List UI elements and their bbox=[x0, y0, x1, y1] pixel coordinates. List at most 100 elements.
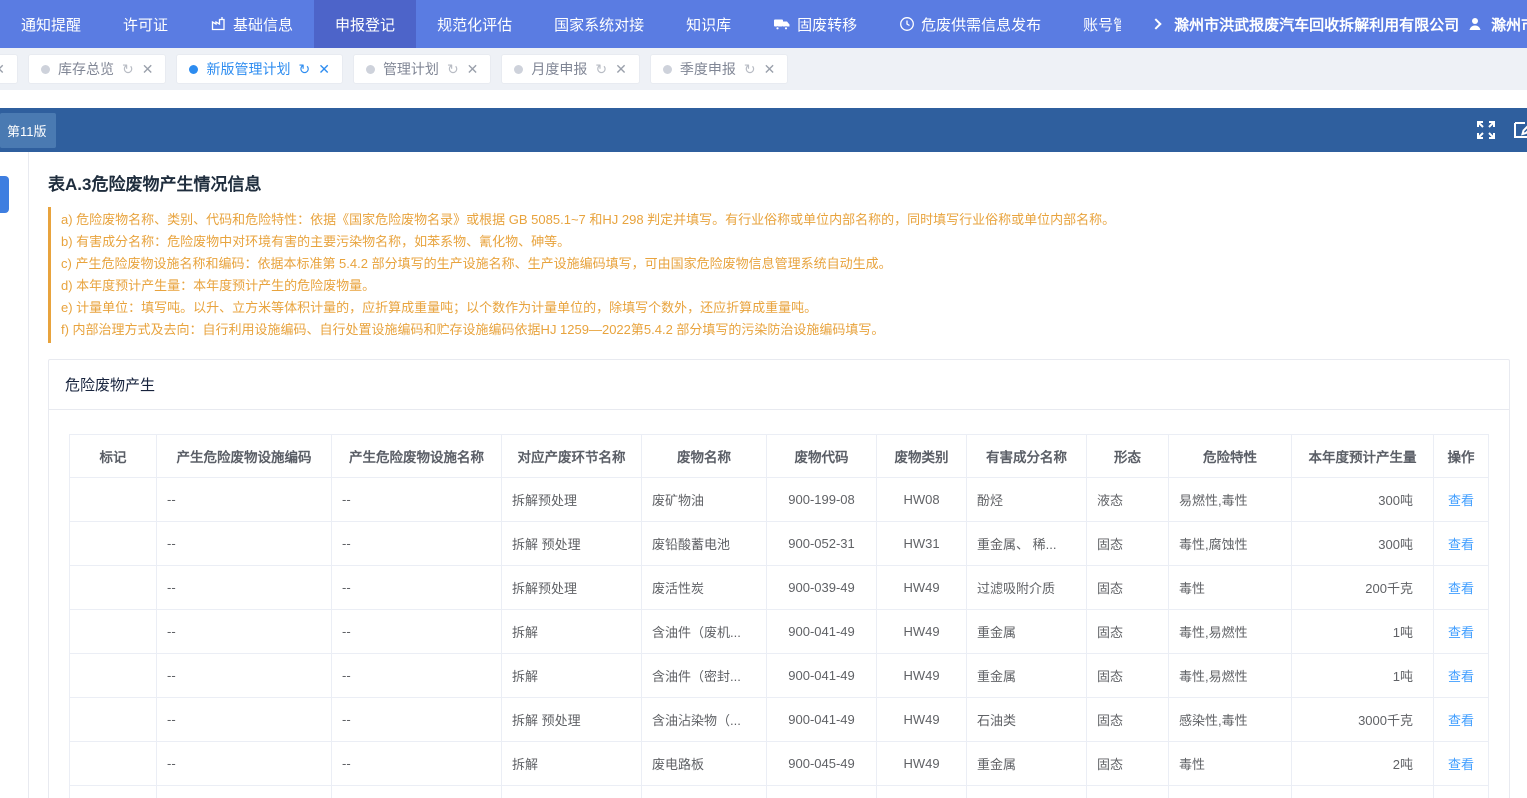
view-link[interactable]: 查看 bbox=[1448, 493, 1474, 508]
table-cell: 过滤吸附介质 bbox=[967, 566, 1087, 610]
version-toolbar: 第11版 bbox=[0, 108, 1527, 152]
tab-status-dot bbox=[189, 65, 198, 74]
table-cell: -- bbox=[332, 522, 502, 566]
table-cell: 液态 bbox=[1087, 478, 1169, 522]
table-cell: -- bbox=[157, 742, 332, 786]
table-cell: -- bbox=[332, 742, 502, 786]
view-link[interactable]: 查看 bbox=[1448, 757, 1474, 772]
table-cell: 拆解预处理 bbox=[502, 786, 642, 798]
refresh-icon[interactable]: ↻ bbox=[744, 62, 756, 76]
table-row: ----拆解含油件（密封...900-041-49HW49重金属固态毒性,易燃性… bbox=[70, 654, 1489, 698]
table-cell bbox=[70, 742, 157, 786]
table-cell: 拆解 bbox=[502, 742, 642, 786]
fullscreen-icon[interactable] bbox=[1475, 119, 1497, 141]
nav-item-knowledge-base[interactable]: 知识库 bbox=[665, 0, 752, 48]
spacer bbox=[0, 90, 1527, 108]
col-header-form: 形态 bbox=[1087, 435, 1169, 478]
refresh-icon[interactable]: ↻ bbox=[447, 62, 459, 76]
nav-item-notifications[interactable]: 通知提醒 bbox=[0, 0, 102, 48]
refresh-icon[interactable]: ↻ bbox=[595, 62, 607, 76]
nav-item-basic-info[interactable]: 基础信息 bbox=[189, 0, 314, 48]
close-icon[interactable]: ✕ bbox=[318, 62, 330, 76]
table-row: ----拆解预处理废活性炭900-039-49HW49过滤吸附介质固态毒性200… bbox=[70, 566, 1489, 610]
close-icon[interactable]: ✕ bbox=[142, 62, 154, 76]
username[interactable]: 滁州市洪... bbox=[1491, 14, 1527, 35]
table-cell: 200千克 bbox=[1292, 566, 1434, 610]
col-header-hazard-trait: 危险特性 bbox=[1169, 435, 1292, 478]
tab-label: 库存总览 bbox=[58, 59, 114, 79]
nav-item-hazwaste-supply-demand[interactable]: 危废供需信息发布 bbox=[878, 0, 1062, 48]
table-cell: 900-045-49 bbox=[767, 742, 877, 786]
table-row: ----拆解 预处理含油沾染物（...900-041-49HW49石油类固态感染… bbox=[70, 698, 1489, 742]
nav-item-solid-waste-transfer[interactable]: 固废转移 bbox=[752, 0, 878, 48]
col-header-waste-name: 废物名称 bbox=[642, 435, 767, 478]
table-cell: 废活性炭 bbox=[642, 566, 767, 610]
tab-status-dot bbox=[663, 65, 672, 74]
table-cell: 毒性,易燃性 bbox=[1169, 610, 1292, 654]
hazwaste-generation-card: 危险废物产生 标记 产生危险废物设施编码 产生危险废物设施名称 对应产废环节名称… bbox=[48, 359, 1510, 798]
table-cell: 900-049-50 bbox=[767, 786, 877, 798]
table-cell: 1吨 bbox=[1292, 654, 1434, 698]
table-cell: 固态 bbox=[1087, 566, 1169, 610]
nav-item-national-system[interactable]: 国家系统对接 bbox=[533, 0, 665, 48]
action-cell: 查看 bbox=[1434, 610, 1489, 654]
close-icon[interactable]: ✕ bbox=[615, 62, 627, 76]
nav-item-declaration[interactable]: 申报登记 bbox=[314, 0, 416, 48]
table-cell: 重金属 bbox=[967, 654, 1087, 698]
edit-icon[interactable] bbox=[1513, 119, 1527, 141]
col-header-waste-code: 废物代码 bbox=[767, 435, 877, 478]
close-icon[interactable]: ✕ bbox=[0, 62, 5, 76]
table-cell: 300吨 bbox=[1292, 522, 1434, 566]
view-link[interactable]: 查看 bbox=[1448, 669, 1474, 684]
nav-item-standard-assessment[interactable]: 规范化评估 bbox=[416, 0, 533, 48]
view-link[interactable]: 查看 bbox=[1448, 581, 1474, 596]
action-cell: 查看 bbox=[1434, 698, 1489, 742]
note-line: a) 危险废物名称、类别、代码和危险特性：依据《国家危险废物名录》或根据 GB … bbox=[61, 209, 1510, 231]
refresh-icon[interactable]: ↻ bbox=[298, 62, 310, 76]
main-panel: 表A.3危险废物产生情况信息 a) 危险废物名称、类别、代码和危险特性：依据《国… bbox=[48, 152, 1510, 798]
nav-item-account[interactable]: 账号管理 bbox=[1062, 0, 1142, 48]
tab-new-management-plan[interactable]: 新版管理计划 ↻ ✕ bbox=[176, 54, 342, 84]
tab-management-plan[interactable]: 管理计划 ↻ ✕ bbox=[353, 54, 491, 84]
table-row: ----拆解 预处理废铅酸蓄电池900-052-31HW31重金属、 稀...固… bbox=[70, 522, 1489, 566]
table-cell bbox=[70, 786, 157, 798]
nav-label: 申报登记 bbox=[335, 14, 395, 35]
col-header-process-stage: 对应产废环节名称 bbox=[502, 435, 642, 478]
table-cell bbox=[70, 654, 157, 698]
drawer-handle[interactable] bbox=[0, 176, 9, 213]
col-header-annual-estimate: 本年度预计产生量 bbox=[1292, 435, 1434, 478]
table-cell: 3000千克 bbox=[1292, 698, 1434, 742]
view-link[interactable]: 查看 bbox=[1448, 537, 1474, 552]
table-cell: -- bbox=[332, 566, 502, 610]
table-cell: 900-041-49 bbox=[767, 610, 877, 654]
table-cell: 1吨 bbox=[1292, 610, 1434, 654]
table-cell bbox=[70, 610, 157, 654]
table-cell: 含油件（废机... bbox=[642, 610, 767, 654]
tab-monthly-declaration[interactable]: 月度申报 ↻ ✕ bbox=[501, 54, 639, 84]
table-cell: -- bbox=[157, 654, 332, 698]
nav-label: 国家系统对接 bbox=[554, 14, 644, 35]
note-line: c) 产生危险废物设施名称和编码：依据本标准第 5.4.2 部分填写的生产设施名… bbox=[61, 253, 1510, 275]
note-line: e) 计量单位：填写吨。以升、立方米等体积计量的，应折算成重量吨；以个数作为计量… bbox=[61, 297, 1510, 319]
close-icon[interactable]: ✕ bbox=[764, 62, 776, 76]
tab-quarterly-declaration[interactable]: 季度申报 ↻ ✕ bbox=[650, 54, 788, 84]
refresh-icon[interactable]: ↻ bbox=[122, 62, 134, 76]
tab-partial[interactable]: ✕ bbox=[0, 54, 18, 84]
view-link[interactable]: 查看 bbox=[1448, 713, 1474, 728]
company-name: 滁州市洪武报废汽车回收拆解利用有限公司 bbox=[1174, 14, 1459, 35]
close-icon[interactable]: ✕ bbox=[467, 62, 479, 76]
version-badge[interactable]: 第11版 bbox=[0, 113, 56, 148]
table-cell: -- bbox=[332, 610, 502, 654]
truck-icon bbox=[773, 17, 791, 32]
table-cell: -- bbox=[332, 654, 502, 698]
table-cell: 氧化铝 bbox=[967, 786, 1087, 798]
chevron-right-icon[interactable] bbox=[1150, 18, 1161, 29]
table-cell: -- bbox=[332, 698, 502, 742]
section-title: 危险废物产生 bbox=[49, 360, 1509, 410]
table-cell bbox=[70, 478, 157, 522]
nav-item-license[interactable]: 许可证 bbox=[102, 0, 189, 48]
nav-label: 规范化评估 bbox=[437, 14, 512, 35]
view-link[interactable]: 查看 bbox=[1448, 625, 1474, 640]
tab-inventory-overview[interactable]: 库存总览 ↻ ✕ bbox=[28, 54, 166, 84]
action-cell: 查看 bbox=[1434, 786, 1489, 798]
